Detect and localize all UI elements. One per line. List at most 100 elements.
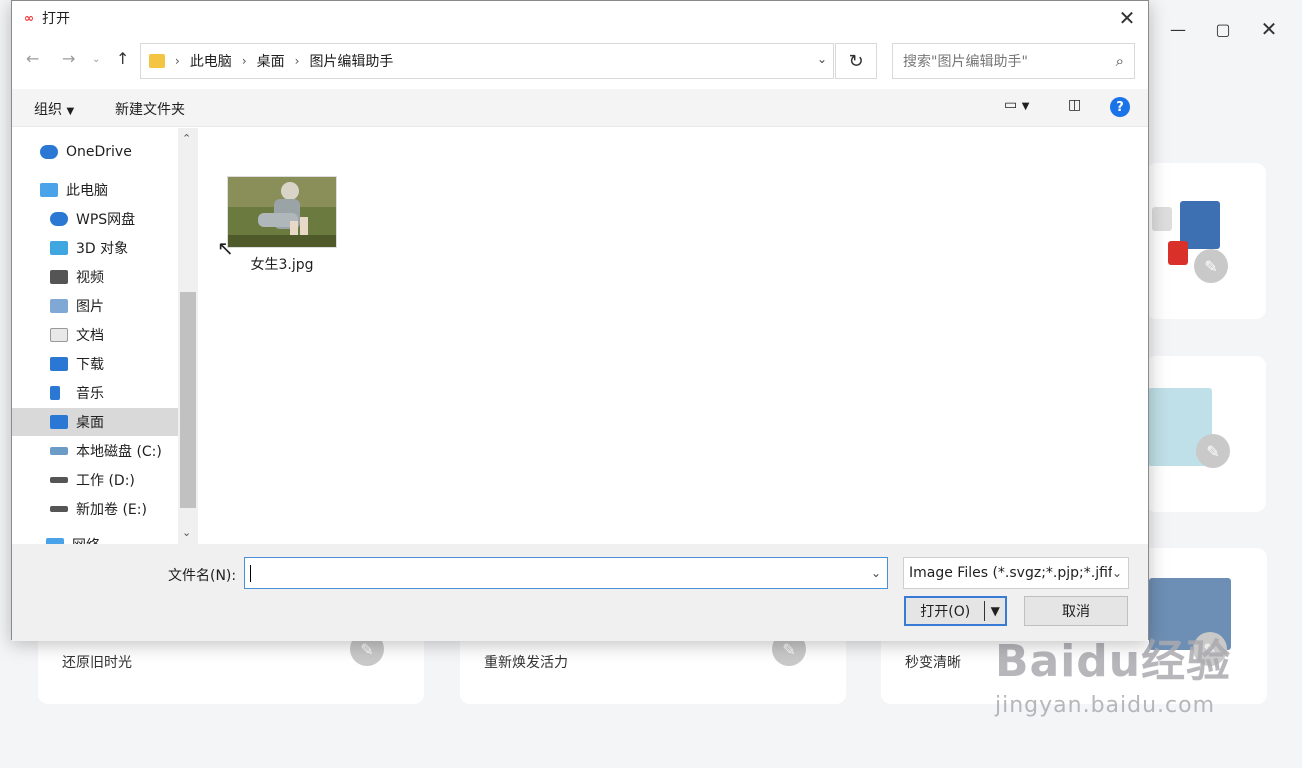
nav-item-label: 下载 [76, 357, 104, 373]
preview-pane-icon[interactable]: ◫ [1068, 97, 1081, 113]
desktop-icon [50, 415, 68, 429]
nav-item-label: OneDrive [66, 144, 132, 160]
nav-item-label: 3D 对象 [76, 241, 129, 257]
chevron-down-icon[interactable]: ⌄ [1111, 566, 1122, 580]
forward-arrow-icon[interactable]: → [62, 49, 75, 68]
nav-item-wps-drive[interactable]: WPS网盘 [12, 205, 178, 233]
view-mode-icon[interactable]: ▭ ▼ [1004, 97, 1029, 113]
nav-item-3d-objects[interactable]: 3D 对象 [12, 234, 178, 262]
filename-label: 文件名(N): [168, 568, 237, 584]
filename-input[interactable]: ⌄ [244, 557, 888, 589]
address-bar[interactable]: › 此电脑 › 桌面 › 图片编辑助手 ⌄ [140, 43, 834, 79]
nav-item-onedrive[interactable]: OneDrive [12, 138, 178, 166]
file-name[interactable]: 女生3.jpg [237, 254, 327, 274]
nav-item-videos[interactable]: 视频 [12, 263, 178, 291]
video-icon [50, 270, 68, 284]
nav-item-label: 音乐 [76, 386, 104, 402]
navigation-pane: OneDrive 此电脑 WPS网盘 3D 对象 视频 图片 文档 下载 音乐 … [12, 128, 198, 544]
nav-item-label: 视频 [76, 270, 104, 286]
nav-item-desktop[interactable]: 桌面 [12, 408, 178, 436]
mouse-pointer-icon: ↖ [217, 236, 234, 260]
breadcrumb-item[interactable]: 桌面 [257, 51, 285, 71]
new-folder-button[interactable]: 新建文件夹 [115, 99, 185, 119]
nav-item-label: 此电脑 [66, 183, 108, 199]
text-caret [250, 565, 251, 582]
maximize-icon[interactable]: ▢ [1208, 14, 1238, 44]
music-icon [50, 386, 60, 400]
cloud-icon [50, 212, 68, 226]
nav-item-music[interactable]: 音乐 [12, 379, 178, 407]
id-photo-small-thumb [1152, 207, 1172, 231]
photo-preview [228, 177, 336, 247]
help-icon[interactable]: ? [1110, 97, 1130, 117]
file-list-area: 女生3.jpg ↖ [199, 128, 1148, 544]
nav-item-downloads[interactable]: 下载 [12, 350, 178, 378]
nav-item-label: 工作 (D:) [76, 473, 135, 489]
edit-icon[interactable]: ✎ [1194, 249, 1228, 283]
nav-item-label: 桌面 [76, 415, 104, 431]
dialog-close-icon[interactable]: ✕ [1114, 5, 1140, 31]
search-input[interactable]: 搜索"图片编辑助手" ⌕ [892, 43, 1135, 79]
file-type-select[interactable]: Image Files (*.svgz;*.pjp;*.jfif; ⌄ [903, 557, 1129, 589]
image-thumbnail[interactable] [227, 176, 337, 248]
nav-item-documents[interactable]: 文档 [12, 321, 178, 349]
caret-down-icon[interactable]: ▼ [985, 604, 1005, 618]
nav-item-label: 文档 [76, 328, 104, 344]
breadcrumb-item[interactable]: 图片编辑助手 [309, 51, 393, 71]
nav-item-drive-d[interactable]: 工作 (D:) [12, 466, 178, 494]
search-icon[interactable]: ⌕ [1116, 52, 1124, 70]
app-logo-icon: ∞ [24, 11, 34, 25]
edit-icon[interactable]: ✎ [1196, 434, 1230, 468]
organize-menu[interactable]: 组织 ▼ [34, 99, 74, 119]
computer-icon [40, 183, 58, 197]
nav-item-drive-c[interactable]: 本地磁盘 (C:) [12, 437, 178, 465]
minimize-icon[interactable]: — [1163, 14, 1193, 44]
open-button-label: 打开(O) [920, 604, 971, 620]
nav-item-label: WPS网盘 [76, 212, 136, 228]
scroll-down-icon[interactable]: ⌄ [182, 526, 191, 539]
nav-item-this-pc[interactable]: 此电脑 [12, 176, 178, 204]
cancel-button[interactable]: 取消 [1024, 596, 1128, 626]
dialog-titlebar: ∞ 打开 [12, 1, 1148, 35]
chevron-down-icon[interactable]: ⌄ [871, 566, 881, 580]
drive-icon [50, 506, 68, 512]
nav-item-label: 本地磁盘 (C:) [76, 444, 162, 460]
nav-item-network[interactable]: 网络 [12, 531, 178, 544]
recent-dropdown-icon[interactable]: ⌄ [92, 54, 100, 65]
open-button[interactable]: 打开(O) ▼ [904, 596, 1007, 626]
document-icon [50, 328, 68, 342]
nav-item-label: 新加卷 (E:) [76, 502, 147, 518]
chevron-right-icon: › [241, 54, 247, 68]
back-arrow-icon[interactable]: ← [26, 49, 39, 68]
organize-label: 组织 [34, 102, 62, 118]
drive-icon [50, 447, 68, 455]
nav-item-pictures[interactable]: 图片 [12, 292, 178, 320]
close-icon[interactable]: ✕ [1254, 14, 1284, 44]
dialog-footer: 文件名(N): ⌄ Image Files (*.svgz;*.pjp;*.jf… [12, 544, 1148, 641]
open-file-dialog: ∞ 打开 ✕ ← → ⌄ ↑ › 此电脑 › 桌面 › 图片编辑助手 ⌄ ↻ 搜… [11, 0, 1149, 641]
feature-card[interactable]: ✎ [1146, 356, 1266, 512]
scroll-up-icon[interactable]: ⌃ [182, 132, 191, 145]
id-photo-red-thumb [1168, 241, 1188, 265]
up-arrow-icon[interactable]: ↑ [116, 49, 129, 68]
feature-card[interactable]: ✎ [1146, 163, 1266, 319]
nav-item-label: 图片 [76, 299, 104, 315]
caret-down-icon: ▼ [66, 106, 75, 117]
nav-item-label: 网络 [72, 535, 100, 544]
chevron-down-icon[interactable]: ⌄ [817, 52, 827, 66]
download-icon [50, 357, 68, 371]
file-type-value: Image Files (*.svgz;*.pjp;*.jfif; [909, 565, 1118, 581]
picture-icon [50, 299, 68, 313]
chevron-right-icon: › [175, 54, 180, 68]
drive-icon [50, 477, 68, 483]
nav-item-drive-e[interactable]: 新加卷 (E:) [12, 495, 178, 523]
cloud-icon [40, 145, 58, 159]
dialog-toolbar: 组织 ▼ 新建文件夹 ▭ ▼ ◫ ? [12, 89, 1148, 127]
refresh-icon[interactable]: ↻ [835, 43, 877, 79]
scrollbar-thumb[interactable] [180, 292, 196, 508]
address-row: ← → ⌄ ↑ › 此电脑 › 桌面 › 图片编辑助手 ⌄ ↻ 搜索"图片编辑助… [12, 43, 1148, 79]
breadcrumb-item[interactable]: 此电脑 [190, 51, 232, 71]
nav-scrollbar[interactable]: ⌃ ⌄ [178, 128, 198, 544]
card-label: 还原旧时光 [62, 655, 132, 671]
dialog-title: 打开 [42, 11, 70, 27]
